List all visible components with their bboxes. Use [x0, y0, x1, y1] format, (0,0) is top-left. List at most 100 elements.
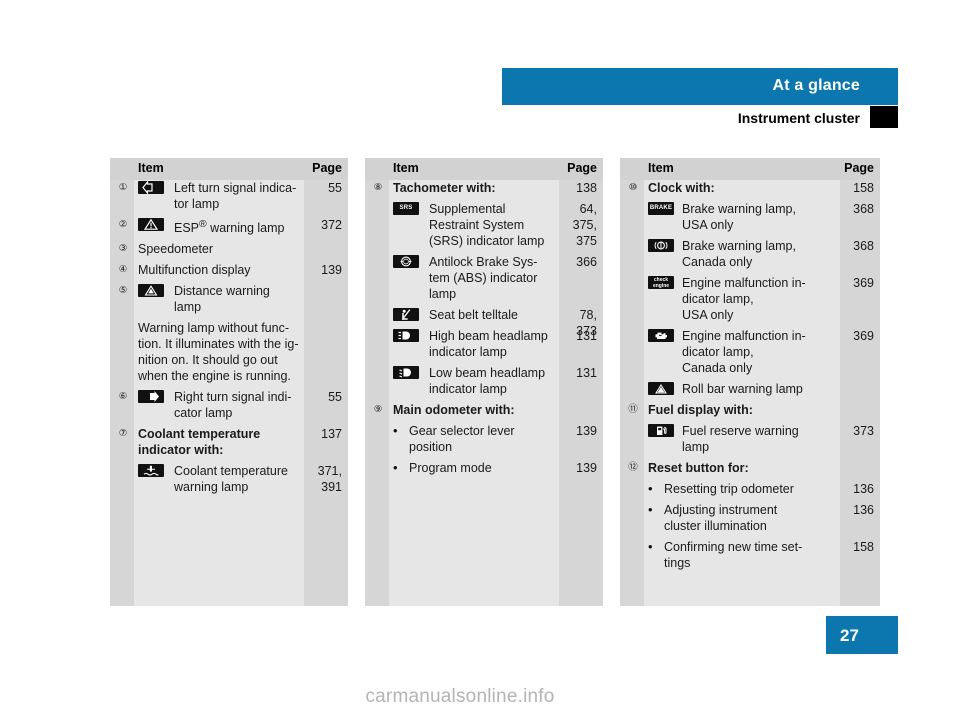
header-item: Item [648, 161, 674, 175]
rows-container-2: ⑧ Tachometer with: 138 SRS Supplemental Restr… [365, 180, 603, 481]
row-spacer [365, 476, 603, 481]
page-reference: 131 [576, 366, 597, 380]
table-row: Brake warning lamp, Canada only 368 [620, 238, 880, 270]
fuel-pump-icon [648, 424, 674, 437]
header-item: Item [393, 161, 419, 175]
item-label: Brake warning lamp, Canada only [682, 239, 796, 269]
header-page: Page [567, 161, 597, 175]
chapter-title: At a glance [772, 77, 860, 94]
low-beam-icon [393, 366, 419, 379]
bullet-marker: • [393, 423, 398, 438]
item-label: Left turn signal indica-tor lamp [174, 181, 297, 211]
table-row: High beam headlamp indicator lamp 131 [365, 328, 603, 360]
page-reference: 366 [576, 255, 597, 269]
header-item: Item [138, 161, 164, 175]
table-row: ⑪ Fuel display with: [620, 402, 880, 418]
page-reference: 55 [328, 390, 342, 405]
item-number: ③ [118, 243, 128, 255]
item-number: ⑥ [118, 391, 128, 403]
item-label: Fuel display with: [648, 403, 753, 417]
row-spacer [110, 495, 348, 500]
table-row: ⑫ Reset button for: [620, 460, 880, 476]
item-label: ESP® warning lamp [174, 219, 285, 236]
section-title: Instrument cluster [737, 110, 860, 126]
legend-table: Item Page ① Left turn signal indica-tor l… [110, 158, 880, 606]
header-page: Page [312, 161, 342, 175]
rows-container-1: ① Left turn signal indica-tor lamp 55 ② ESP®… [110, 180, 348, 500]
page-reference: 369 [853, 329, 874, 343]
page-reference: 371, 391 [317, 464, 342, 495]
item-label: Resetting trip odometer [664, 482, 794, 496]
warning-triangle-icon [138, 218, 164, 231]
table-row: Fuel reserve warning lamp 373 [620, 423, 880, 455]
item-label: Program mode [409, 461, 492, 475]
item-label: Roll bar warning lamp [682, 382, 803, 396]
table-row: ⑩ Clock with: 158 [620, 180, 880, 196]
srs-icon: SRS [393, 202, 419, 215]
table-row: SRS Supplemental Restraint System (SRS) ind… [365, 201, 603, 249]
bullet-marker: • [648, 502, 653, 517]
item-number: ⑨ [373, 404, 383, 415]
table-row: Roll bar warning lamp [620, 381, 880, 397]
table-row: • Adjusting instrument cluster illuminatio… [620, 502, 880, 534]
table-row: ⑦ Coolant temperature indicator with: 137 [110, 426, 348, 458]
item-label: Low beam headlamp indicator lamp [429, 366, 546, 396]
table-row: ⑨ Main odometer with: [365, 402, 603, 418]
right-turn-arrow-icon [138, 390, 164, 404]
item-number: ⑫ [628, 462, 638, 473]
item-label: Seat belt telltale [429, 308, 518, 322]
table-row: ② ESP® warning lamp 372 [110, 217, 348, 236]
table-row: Coolant temperature warning lamp 371, 391 [110, 463, 348, 495]
item-number: ⑪ [628, 404, 638, 415]
page-reference: 131 [576, 329, 597, 343]
brake-circle-icon [648, 239, 674, 252]
distance-warning-icon [138, 284, 164, 298]
legend-column-3: Item Page ⑩ Clock with: 158 BRAKE Brake warn… [620, 158, 880, 606]
bullet-marker: • [648, 481, 653, 496]
table-row: Seat belt telltale 78, 373 [365, 307, 603, 338]
item-number: ④ [118, 264, 128, 276]
page-reference: 369 [853, 276, 874, 290]
item-label: Multifunction display [138, 263, 251, 278]
table-row: Antilock Brake Sys-tem (ABS) indicator la… [365, 254, 603, 302]
item-label: Reset button for: [648, 461, 749, 475]
page-reference: 138 [576, 181, 597, 195]
item-number: ⑩ [628, 182, 638, 193]
item-label: Adjusting instrument cluster illumination [664, 503, 778, 533]
item-label: Brake warning lamp, USA only [682, 202, 796, 232]
page-reference: 158 [853, 540, 874, 554]
item-label: Tachometer with: [393, 181, 496, 195]
page-reference: 139 [576, 424, 597, 438]
page-reference: 372 [321, 218, 342, 232]
item-label: Fuel reserve warning lamp [682, 424, 799, 454]
page-reference: 139 [321, 263, 342, 278]
item-label: Warning lamp without func-tion. It illum… [138, 321, 299, 384]
page-reference: 139 [576, 461, 597, 475]
page-number-badge: 27 [826, 616, 898, 654]
item-number: ⑦ [118, 428, 128, 440]
coolant-temp-icon [138, 464, 164, 478]
item-label: Engine malfunction in-dicator lamp, Canad… [682, 329, 806, 375]
item-label: Gear selector lever position [409, 424, 515, 454]
roll-bar-icon [648, 382, 674, 395]
table-row: • Program mode 139 [365, 460, 603, 476]
page-reference: 373 [853, 424, 874, 438]
table-row: ① Left turn signal indica-tor lamp 55 [110, 180, 348, 212]
bullet-marker: • [393, 460, 398, 475]
brake-text-icon: BRAKE [648, 202, 674, 215]
rows-container-3: ⑩ Clock with: 158 BRAKE Brake warning lamp, U… [620, 180, 880, 576]
table-row: check engine Engine malfunction in-dicator… [620, 275, 880, 323]
item-label: Clock with: [648, 181, 715, 195]
item-number: ① [118, 182, 128, 193]
section-header: Instrument cluster [502, 106, 898, 128]
manual-page: At a glance Instrument cluster Item Page… [0, 0, 960, 720]
item-label: Engine malfunction in-dicator lamp, USA o… [682, 276, 806, 322]
header-page: Page [844, 161, 874, 175]
page-reference: 136 [853, 482, 874, 496]
check-engine-text-icon: check engine [648, 276, 674, 289]
page-reference: 136 [853, 503, 874, 517]
page-reference: 158 [853, 181, 874, 195]
row-spacer [620, 571, 880, 576]
item-label: High beam headlamp indicator lamp [429, 329, 548, 359]
table-row: ⑧ Tachometer with: 138 [365, 180, 603, 196]
